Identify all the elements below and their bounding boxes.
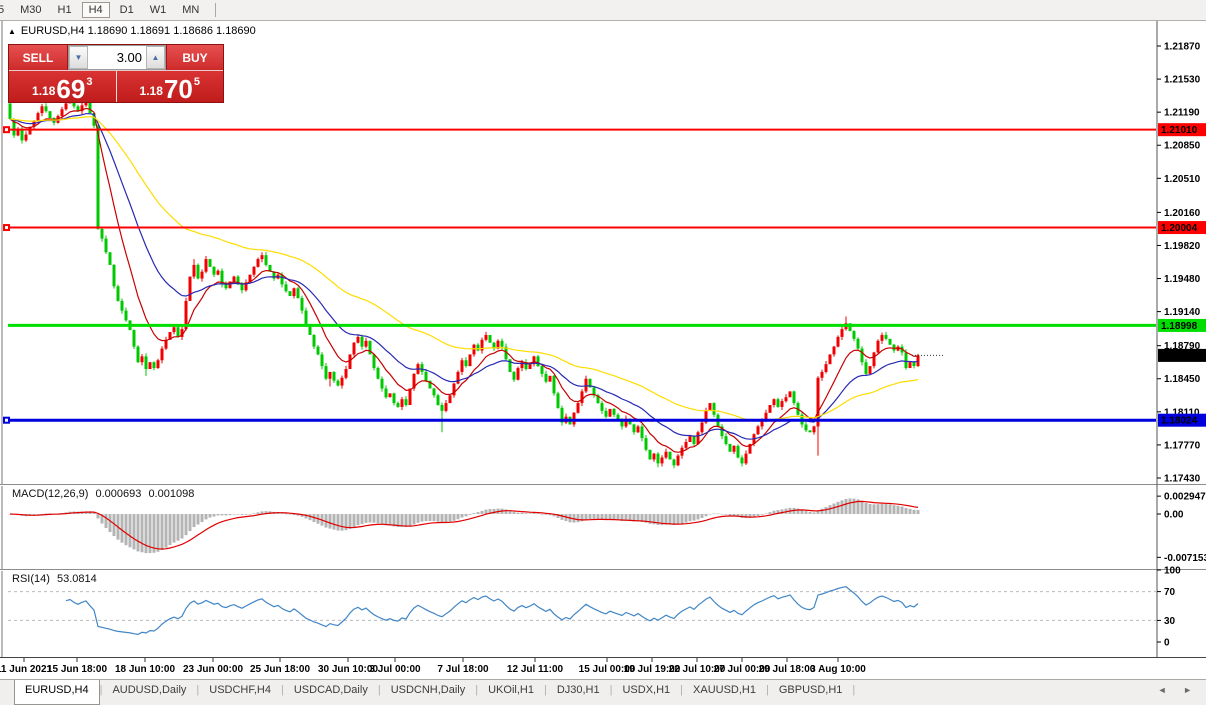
- volume-input[interactable]: 3.00: [88, 46, 146, 69]
- svg-text:1.19820: 1.19820: [1164, 241, 1201, 252]
- hline-1.20004[interactable]: 1.20004: [3, 221, 1206, 234]
- svg-text:1.21010: 1.21010: [1161, 125, 1198, 136]
- rsi-indicator-label: RSI(14) 53.0814: [12, 573, 101, 585]
- chart-title: ▲ EURUSD,H4 1.18690 1.18691 1.18686 1.186…: [8, 25, 256, 37]
- svg-text:1.20510: 1.20510: [1164, 174, 1201, 185]
- chart-canvas[interactable]: 1.21870 1.21530 1.21190 1.20850 1.20510 1.201…: [0, 21, 1206, 679]
- svg-text:1.20004: 1.20004: [1161, 223, 1198, 234]
- timeframe-button-MN[interactable]: MN: [176, 3, 205, 17]
- macd-panel[interactable]: 0.002947 0.00 -0.007153: [9, 492, 1206, 564]
- macd-signal-value: 0.001098: [148, 488, 194, 500]
- rsi-value: 53.0814: [57, 573, 97, 585]
- symbol-tab-DJ30-H1[interactable]: DJ30,H1: [547, 680, 610, 705]
- candlesticks[interactable]: [9, 98, 920, 468]
- symbol-tab-GBPUSD-H1[interactable]: GBPUSD,H1: [769, 680, 853, 705]
- svg-text:11 Jun 2021: 11 Jun 2021: [0, 664, 53, 675]
- symbol-tab-bar: EURUSD,H4|AUDUSD,Daily|USDCHF,H4|USDCAD,…: [0, 679, 1206, 705]
- svg-text:100: 100: [1164, 566, 1181, 577]
- symbol-tab-USDCAD-Daily[interactable]: USDCAD,Daily: [284, 680, 378, 705]
- timeframe-button-M30[interactable]: M30: [14, 3, 47, 17]
- tab-separator: |: [852, 680, 855, 705]
- symbol-tab-XAUUSD-H1[interactable]: XAUUSD,H1: [683, 680, 766, 705]
- buy-price-button[interactable]: 1.18 70 5: [117, 71, 224, 102]
- one-click-trade-panel: SELL ▼ 3.00 ▲ BUY 1.18 69 3 1.18 70 5: [8, 44, 224, 103]
- svg-text:29 Jul 18:00: 29 Jul 18:00: [759, 664, 816, 675]
- timeframe-button-H1[interactable]: H1: [52, 3, 78, 17]
- timeframe-button-W1[interactable]: W1: [144, 3, 173, 17]
- buy-price-small: 1.18: [140, 84, 163, 98]
- rsi-name: RSI(14): [12, 573, 50, 585]
- macd-value: 0.000693: [95, 488, 141, 500]
- svg-text:0.00: 0.00: [1164, 510, 1184, 521]
- svg-text:0: 0: [1164, 638, 1170, 649]
- buy-price-sup: 5: [194, 76, 200, 88]
- tab-scroll-left-icon[interactable]: ◄: [1158, 685, 1167, 695]
- svg-text:18 Jun 10:00: 18 Jun 10:00: [115, 664, 175, 675]
- svg-text:0.002947: 0.002947: [1164, 492, 1206, 503]
- sell-price-small: 1.18: [32, 84, 55, 98]
- hline-1.21010[interactable]: 1.21010: [3, 123, 1206, 136]
- macd-indicator-label: MACD(12,26,9) 0.000693 0.001098: [12, 488, 198, 500]
- svg-text:25 Jun 18:00: 25 Jun 18:00: [250, 664, 310, 675]
- svg-text:1.18690: 1.18690: [1161, 351, 1198, 362]
- svg-text:1.21530: 1.21530: [1164, 75, 1201, 86]
- symbol-tab-UKOil-H1[interactable]: UKOil,H1: [478, 680, 544, 705]
- rsi-panel[interactable]: 100 70 30 0: [8, 566, 1181, 649]
- collapse-arrow-icon[interactable]: ▲: [8, 27, 16, 36]
- chevron-up-icon: ▲: [152, 53, 160, 62]
- volume-decrease-button[interactable]: ▼: [69, 46, 88, 69]
- svg-text:1.17770: 1.17770: [1164, 440, 1201, 451]
- timeframe-button-5[interactable]: 5: [0, 3, 10, 17]
- svg-text:1.18998: 1.18998: [1161, 321, 1198, 332]
- buy-button[interactable]: BUY: [166, 45, 223, 70]
- svg-text:70: 70: [1164, 587, 1176, 598]
- svg-text:1.19480: 1.19480: [1164, 274, 1201, 285]
- tab-scroll-arrows: ◄ ►: [1144, 680, 1192, 705]
- svg-text:-0.007153: -0.007153: [1164, 553, 1206, 564]
- svg-text:1.18024: 1.18024: [1161, 416, 1198, 427]
- symbol-tab-USDCHF-H4[interactable]: USDCHF,H4: [199, 680, 281, 705]
- sell-price-button[interactable]: 1.18 69 3: [9, 71, 117, 102]
- time-axis[interactable]: 11 Jun 202115 Jun 18:00 18 Jun 10:00 23 Ju…: [0, 658, 866, 675]
- symbol-tab-AUDUSD-Daily[interactable]: AUDUSD,Daily: [102, 680, 196, 705]
- timeframe-toolbar: 5 M30 H1 H4 D1 W1MN: [0, 0, 1206, 21]
- svg-text:7 Jul 18:00: 7 Jul 18:00: [437, 664, 489, 675]
- svg-text:1.20160: 1.20160: [1164, 208, 1201, 219]
- svg-text:1.17430: 1.17430: [1164, 473, 1201, 484]
- chart-window: 1.21870 1.21530 1.21190 1.20850 1.20510 1.201…: [0, 21, 1206, 679]
- svg-text:15 Jun 18:00: 15 Jun 18:00: [47, 664, 107, 675]
- svg-text:1.21870: 1.21870: [1164, 42, 1201, 53]
- svg-text:1.18450: 1.18450: [1164, 374, 1201, 385]
- svg-text:3 Jul 00:00: 3 Jul 00:00: [369, 664, 421, 675]
- buy-price-big: 70: [164, 78, 193, 100]
- volume-spinner: ▼ 3.00 ▲: [68, 45, 166, 70]
- hline-1.18998[interactable]: 1.18998: [8, 319, 1206, 332]
- timeframe-button-D1[interactable]: D1: [114, 3, 140, 17]
- svg-text:23 Jun 00:00: 23 Jun 00:00: [183, 664, 243, 675]
- sell-button[interactable]: SELL: [9, 45, 68, 70]
- svg-text:3 Aug 10:00: 3 Aug 10:00: [810, 664, 866, 675]
- svg-text:1.21190: 1.21190: [1164, 108, 1200, 119]
- current-price-marker: 1.18690: [912, 349, 1206, 362]
- symbol-tab-EURUSD-H4[interactable]: EURUSD,H4: [14, 680, 100, 705]
- symbol-tab-USDX-H1[interactable]: USDX,H1: [612, 680, 680, 705]
- toolbar-separator: [215, 3, 216, 17]
- sell-price-big: 69: [56, 78, 85, 100]
- chevron-down-icon: ▼: [75, 53, 83, 62]
- volume-increase-button[interactable]: ▲: [146, 46, 165, 69]
- svg-text:12 Jul 11:00: 12 Jul 11:00: [507, 664, 564, 675]
- svg-text:1.19140: 1.19140: [1164, 307, 1201, 318]
- chart-ohlc-values: 1.18690 1.18691 1.18686 1.18690: [88, 25, 256, 37]
- symbol-tab-USDCNH-Daily[interactable]: USDCNH,Daily: [381, 680, 476, 705]
- sell-price-sup: 3: [86, 76, 92, 88]
- svg-text:1.20850: 1.20850: [1164, 141, 1201, 152]
- macd-name: MACD(12,26,9): [12, 488, 88, 500]
- svg-text:30: 30: [1164, 616, 1176, 627]
- tab-scroll-right-icon[interactable]: ►: [1183, 685, 1192, 695]
- timeframe-button-H4[interactable]: H4: [82, 2, 110, 18]
- chart-symbol-period: EURUSD,H4: [21, 25, 85, 37]
